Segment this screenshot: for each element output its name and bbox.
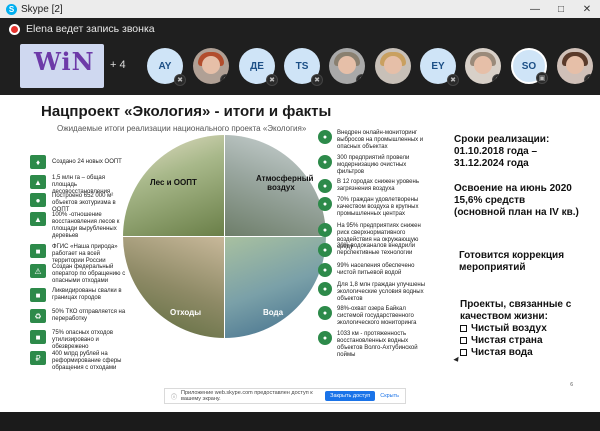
mic-muted-icon: ✖ [311, 74, 323, 86]
right-fact: ● 98%-охват озера Байкал системой государ… [318, 306, 430, 327]
participant-avatar[interactable]: ✖ [329, 48, 365, 84]
quadrant-label-waste: Отходы [170, 308, 202, 317]
participant-logo-tile[interactable]: WiN [20, 44, 104, 88]
skype-icon: S [6, 3, 17, 15]
maximize-icon[interactable]: □ [548, 0, 574, 18]
participant-avatar[interactable]: ✖ [465, 48, 501, 84]
extra-participants-count[interactable]: + 4 [110, 59, 126, 71]
left-fact: ■ 75% опасных отходов утилизировано и обе… [30, 330, 130, 351]
water-photo [225, 237, 326, 338]
participant-avatar[interactable]: ✖ [557, 48, 593, 84]
waste-bin-icon: ■ [30, 330, 46, 344]
risk-icon: ● [318, 223, 332, 237]
quadrant-label-forest: Лес и ООПТ [150, 178, 197, 187]
participant-avatar[interactable]: EY ✖ [420, 48, 459, 86]
monitor-icon: ● [318, 130, 332, 144]
participant-avatar[interactable]: ДЕ ✖ [239, 48, 278, 86]
drop-icon: ● [318, 263, 332, 277]
lake-icon: ● [318, 282, 332, 296]
mic-muted-icon: ✖ [220, 74, 229, 84]
left-fact: ● Построено 652 000 м² объектов экотуризм… [30, 193, 130, 214]
hazard-icon: ⚠ [30, 264, 46, 278]
participant-avatar[interactable]: TS ✖ [284, 48, 323, 86]
participant-avatar[interactable]: AY ✖ [147, 48, 186, 86]
window-title: Skype [2] [21, 3, 63, 15]
left-fact: ■ Ликвидированы свалки в границах городов [30, 288, 130, 302]
mic-muted-icon: ✖ [492, 74, 501, 84]
close-icon[interactable]: ✕ [574, 0, 600, 18]
mic-muted-icon: ✖ [584, 74, 593, 84]
mic-muted-icon: ✖ [266, 74, 278, 86]
participant-avatar[interactable]: ✖ [193, 48, 229, 84]
dates-block: Сроки реализации: 01.10.2018 года – 31.1… [454, 134, 550, 169]
hide-prompt-button[interactable]: Скрыть [380, 393, 399, 399]
right-fact: ● Внедрен онлайн-мониторинг выбросов на п… [318, 130, 430, 151]
participant-avatar[interactable] [375, 48, 411, 84]
baikal-icon: ● [318, 306, 332, 320]
topic-circle [123, 135, 326, 338]
city-icon: ● [318, 179, 332, 193]
checkbox-icon [460, 348, 467, 356]
project-item: Чистый воздух [460, 323, 571, 335]
right-fact: ● 99% населения обеспечено чистой питьево… [318, 263, 430, 277]
left-fact: ♦ Создано 24 новых ООПТ [30, 155, 130, 169]
left-fact: ⚠ Создан федеральный оператор по обращени… [30, 264, 130, 285]
screen-share-prompt: ⓘ Приложение web.skype.com предоставлен … [164, 388, 406, 404]
left-fact: ♻ 50% ТКО отправляется на переработку [30, 309, 130, 323]
bottom-bar [0, 412, 600, 431]
checkbox-icon [460, 324, 467, 332]
project-item: Чистая вода [460, 347, 571, 359]
title-bar: S Skype [2] — □ ✕ [0, 0, 600, 18]
right-fact: ● 1033 км - протяженность восстановленных… [318, 331, 430, 359]
forest-icon: ▲ [30, 175, 46, 189]
recording-banner: Elena ведет запись звонка [0, 18, 600, 40]
recording-text: Elena ведет запись звонка [26, 23, 155, 35]
skype-window: S Skype [2] — □ ✕ Elena ведет запись зво… [0, 0, 600, 431]
tree-icon: ▲ [30, 212, 46, 226]
mic-muted-icon: ✖ [356, 74, 365, 84]
recycle-icon: ♻ [30, 309, 46, 323]
water-utility-icon: ● [318, 243, 332, 257]
truck-icon: ■ [30, 288, 46, 302]
quadrant-label-water: Вода [263, 308, 284, 317]
deer-icon: ♦ [30, 155, 46, 169]
mic-muted-icon: ✖ [447, 74, 459, 86]
project-item: Чистая страна [460, 335, 571, 347]
right-fact: ● Для 1,8 млн граждан улучшены экологичес… [318, 282, 430, 303]
share-message: Приложение web.skype.com предоставлен до… [181, 390, 313, 402]
record-icon [9, 23, 20, 35]
map-icon: ■ [30, 244, 46, 258]
people-icon: ● [318, 197, 332, 211]
stop-sharing-button[interactable]: Закрыть доступ [325, 391, 376, 401]
screen-share-icon: ▣ [536, 72, 548, 84]
slide-subtitle: Ожидаемые итоги реализации национального… [57, 124, 307, 133]
correction-block: Готовится коррекция мероприятий [459, 250, 565, 273]
funding-block: Освоение на июнь 2020 15,6% средств (осн… [454, 183, 579, 218]
slide-page-number: 6 [570, 382, 573, 388]
win-logo: WiN [34, 47, 95, 76]
river-icon: ● [318, 331, 332, 345]
slide-title: Нацпроект «Экология» - итоги и факты [41, 103, 332, 120]
info-icon: ⓘ [171, 394, 178, 401]
mouse-cursor-icon [453, 356, 461, 364]
minimize-icon[interactable]: — [522, 0, 548, 18]
waste-photo [123, 237, 224, 338]
participant-avatar[interactable]: SO ▣ [511, 48, 548, 84]
right-fact: ● 30% водоканалов внедрили перспективные … [318, 243, 430, 257]
right-fact: ● 70% граждан удовлетворены качеством воз… [318, 197, 430, 218]
money-icon: ₽ [30, 351, 46, 365]
shared-screen-slide: Нацпроект «Экология» - итоги и факты Ожи… [0, 95, 600, 412]
right-fact: ● В 12 городах снижен уровень загрязнения… [318, 179, 430, 193]
mic-muted-icon: ✖ [174, 74, 186, 86]
participants-strip: WiN + 4 AY ✖ ✖ ДЕ ✖ TS ✖ ✖ EY ✖ ✖ SO ▣ ✖ [0, 40, 600, 95]
factory-icon: ● [318, 155, 332, 169]
right-fact: ● 300 предприятий провели модернизацию оч… [318, 155, 430, 176]
left-fact: ▲ 100% -отношение восстановления лесов к … [30, 212, 130, 240]
quadrant-label-air: Атмосферный воздух [256, 174, 314, 192]
checkbox-icon [460, 336, 467, 344]
bicycle-icon: ● [30, 193, 46, 207]
left-fact: ■ ФГИС «Наша природа» работает на всей те… [30, 244, 130, 265]
left-fact: ₽400 млрд рублей на реформирование сферы… [30, 351, 130, 372]
projects-block: Проекты, связанные с качеством жизни: Чи… [460, 299, 572, 359]
